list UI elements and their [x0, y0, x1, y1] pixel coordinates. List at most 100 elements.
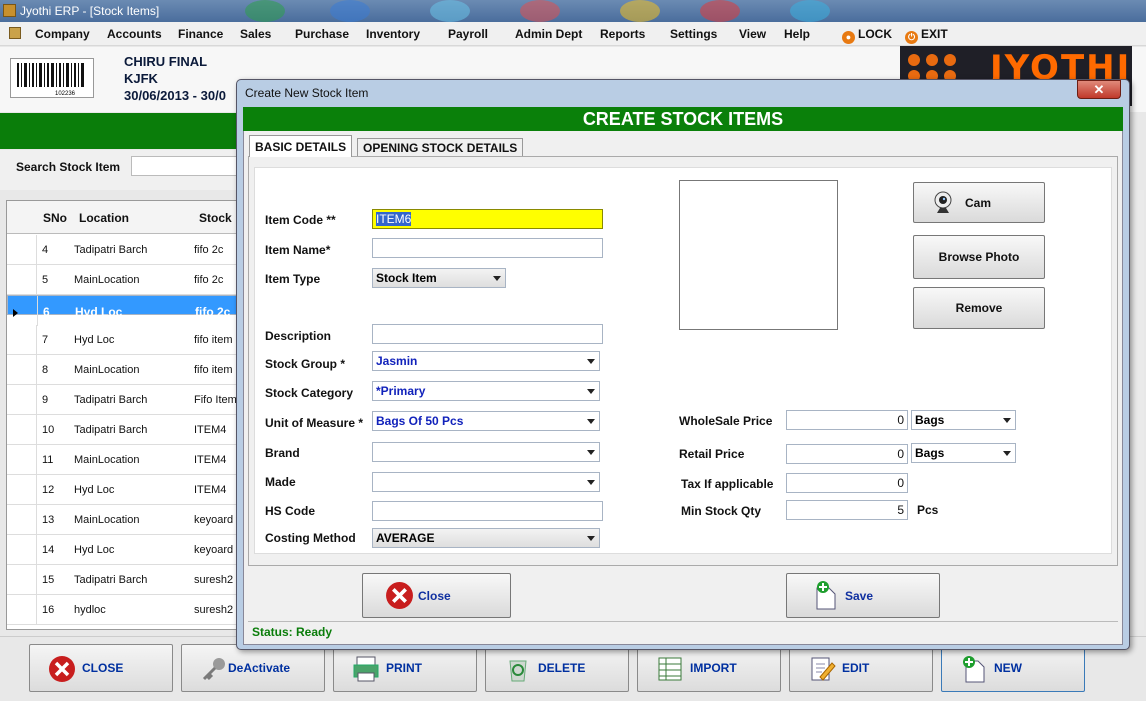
table-row[interactable]: 15 Tadipatri Barch suresh2: [7, 565, 241, 595]
costing-method-label: Costing Method: [265, 531, 356, 545]
dialog-title: Create New Stock Item: [245, 86, 369, 100]
close-main-button[interactable]: CLOSE: [29, 644, 173, 692]
row-separator: [36, 355, 37, 385]
brand-select[interactable]: [372, 442, 600, 462]
new-document-icon: [963, 656, 985, 683]
power-icon: ⏻: [905, 31, 918, 44]
stock-cell: Fifo Item: [194, 394, 237, 406]
import-button[interactable]: IMPORT: [637, 644, 781, 692]
save-button[interactable]: Save: [786, 573, 940, 618]
wholesale-unit-select[interactable]: Bags: [911, 410, 1016, 430]
column-header-sno[interactable]: SNo: [43, 211, 67, 225]
browse-photo-button[interactable]: Browse Photo: [913, 235, 1045, 279]
table-row[interactable]: 8 MainLocation fifo item: [7, 355, 241, 385]
made-select[interactable]: [372, 472, 600, 492]
row-separator: [36, 265, 37, 295]
search-input[interactable]: [131, 156, 240, 176]
wholesale-price-input[interactable]: 0: [786, 410, 908, 430]
costing-method-select[interactable]: AVERAGE: [372, 528, 600, 548]
table-row[interactable]: 10 Tadipatri Barch ITEM4: [7, 415, 241, 445]
sno-cell: 12: [42, 484, 55, 496]
chevron-down-icon: [493, 276, 501, 281]
deactivate-button[interactable]: DeActivate: [181, 644, 325, 692]
dialog-close-label: Close: [418, 589, 451, 603]
retail-unit-select[interactable]: Bags: [911, 443, 1016, 463]
table-row[interactable]: 4 Tadipatri Barch fifo 2c: [7, 235, 241, 265]
sno-cell: 16: [42, 604, 55, 616]
new-button[interactable]: NEW: [941, 644, 1085, 692]
dialog-close-x-button[interactable]: ✕: [1077, 80, 1121, 99]
location-cell: Hyd Loc: [74, 544, 115, 556]
wholesale-unit-value: Bags: [915, 413, 945, 427]
item-code-input[interactable]: ITEM6: [372, 209, 603, 229]
cam-button[interactable]: Cam: [913, 182, 1045, 223]
print-button[interactable]: PRINT: [333, 644, 477, 692]
exit-button[interactable]: ⏻ EXIT: [905, 27, 948, 44]
remove-photo-button[interactable]: Remove: [913, 287, 1045, 329]
hs-code-input[interactable]: [372, 501, 603, 521]
menu-reports[interactable]: Reports: [600, 27, 645, 41]
stock-group-select[interactable]: Jasmin: [372, 351, 600, 371]
delete-button[interactable]: DELETE: [485, 644, 629, 692]
system-menu-icon[interactable]: [9, 27, 21, 39]
key-icon: [202, 658, 225, 681]
table-row[interactable]: 5 MainLocation fifo 2c: [7, 265, 241, 295]
tax-input[interactable]: 0: [786, 473, 908, 493]
stock-category-select[interactable]: *Primary: [372, 381, 600, 401]
sno-cell: 13: [42, 514, 55, 526]
min-stock-qty-label: Min Stock Qty: [681, 504, 762, 518]
menu-help[interactable]: Help: [784, 27, 810, 41]
barcode-number: 102236: [55, 91, 76, 97]
table-row[interactable]: 6 Hyd Loc fifo 2c: [7, 295, 241, 326]
retail-price-input[interactable]: 0: [786, 444, 908, 464]
row-separator: [36, 325, 37, 355]
min-stock-qty-input[interactable]: 5: [786, 500, 908, 520]
close-circle-icon: [386, 582, 413, 609]
spreadsheet-icon: [658, 657, 682, 681]
stock-category-value: *Primary: [376, 384, 426, 398]
lock-button[interactable]: ● LOCK: [842, 27, 892, 44]
menu-settings[interactable]: Settings: [670, 27, 717, 41]
item-type-select[interactable]: Stock Item: [372, 268, 506, 288]
location-cell: MainLocation: [74, 274, 140, 286]
tab-basic-details[interactable]: BASIC DETAILS: [249, 135, 353, 157]
stock-cell: ITEM4: [194, 484, 227, 496]
menu-company[interactable]: Company: [35, 27, 90, 41]
table-row[interactable]: 14 Hyd Loc keyoard: [7, 535, 241, 565]
item-name-input[interactable]: [372, 238, 603, 258]
main-scrollbar[interactable]: [1128, 190, 1144, 630]
row-selector[interactable]: [13, 306, 18, 320]
table-row[interactable]: 16 hydloc suresh2: [7, 595, 241, 625]
dialog-close-button[interactable]: Close: [362, 573, 511, 618]
table-row[interactable]: 7 Hyd Loc fifo item: [7, 325, 241, 355]
menu-inventory[interactable]: Inventory: [366, 27, 420, 41]
menu-admin-dept[interactable]: Admin Dept: [515, 27, 582, 41]
stock-cell: fifo 2c: [194, 274, 224, 286]
table-row[interactable]: 11 MainLocation ITEM4: [7, 445, 241, 475]
description-input[interactable]: [372, 324, 603, 344]
decor-shape: [245, 0, 285, 22]
edit-button[interactable]: EDIT: [789, 644, 933, 692]
menu-purchase[interactable]: Purchase: [295, 27, 349, 41]
menu-payroll[interactable]: Payroll: [448, 27, 488, 41]
chevron-down-icon: [587, 419, 595, 424]
window-title: Jyothi ERP - [Stock Items]: [20, 4, 160, 18]
unit-of-measure-select[interactable]: Bags Of 50 Pcs: [372, 411, 600, 431]
column-header-stock[interactable]: Stock: [199, 211, 232, 225]
dialog-header: CREATE STOCK ITEMS: [243, 107, 1123, 131]
sno-cell: 15: [42, 574, 55, 586]
table-row[interactable]: 13 MainLocation keyoard: [7, 505, 241, 535]
item-code-value: ITEM6: [376, 212, 412, 226]
menu-finance[interactable]: Finance: [178, 27, 223, 41]
tab-opening-stock-details[interactable]: OPENING STOCK DETAILS: [357, 138, 524, 157]
menu-sales[interactable]: Sales: [240, 27, 271, 41]
location-cell: Hyd Loc: [75, 305, 123, 319]
table-row[interactable]: 9 Tadipatri Barch Fifo Item: [7, 385, 241, 415]
menu-accounts[interactable]: Accounts: [107, 27, 162, 41]
brand-label: Brand: [265, 446, 300, 460]
recycle-bin-icon: [509, 660, 527, 682]
sno-cell: 7: [42, 334, 49, 346]
table-row[interactable]: 12 Hyd Loc ITEM4: [7, 475, 241, 505]
column-header-location[interactable]: Location: [79, 211, 129, 225]
menu-view[interactable]: View: [739, 27, 766, 41]
